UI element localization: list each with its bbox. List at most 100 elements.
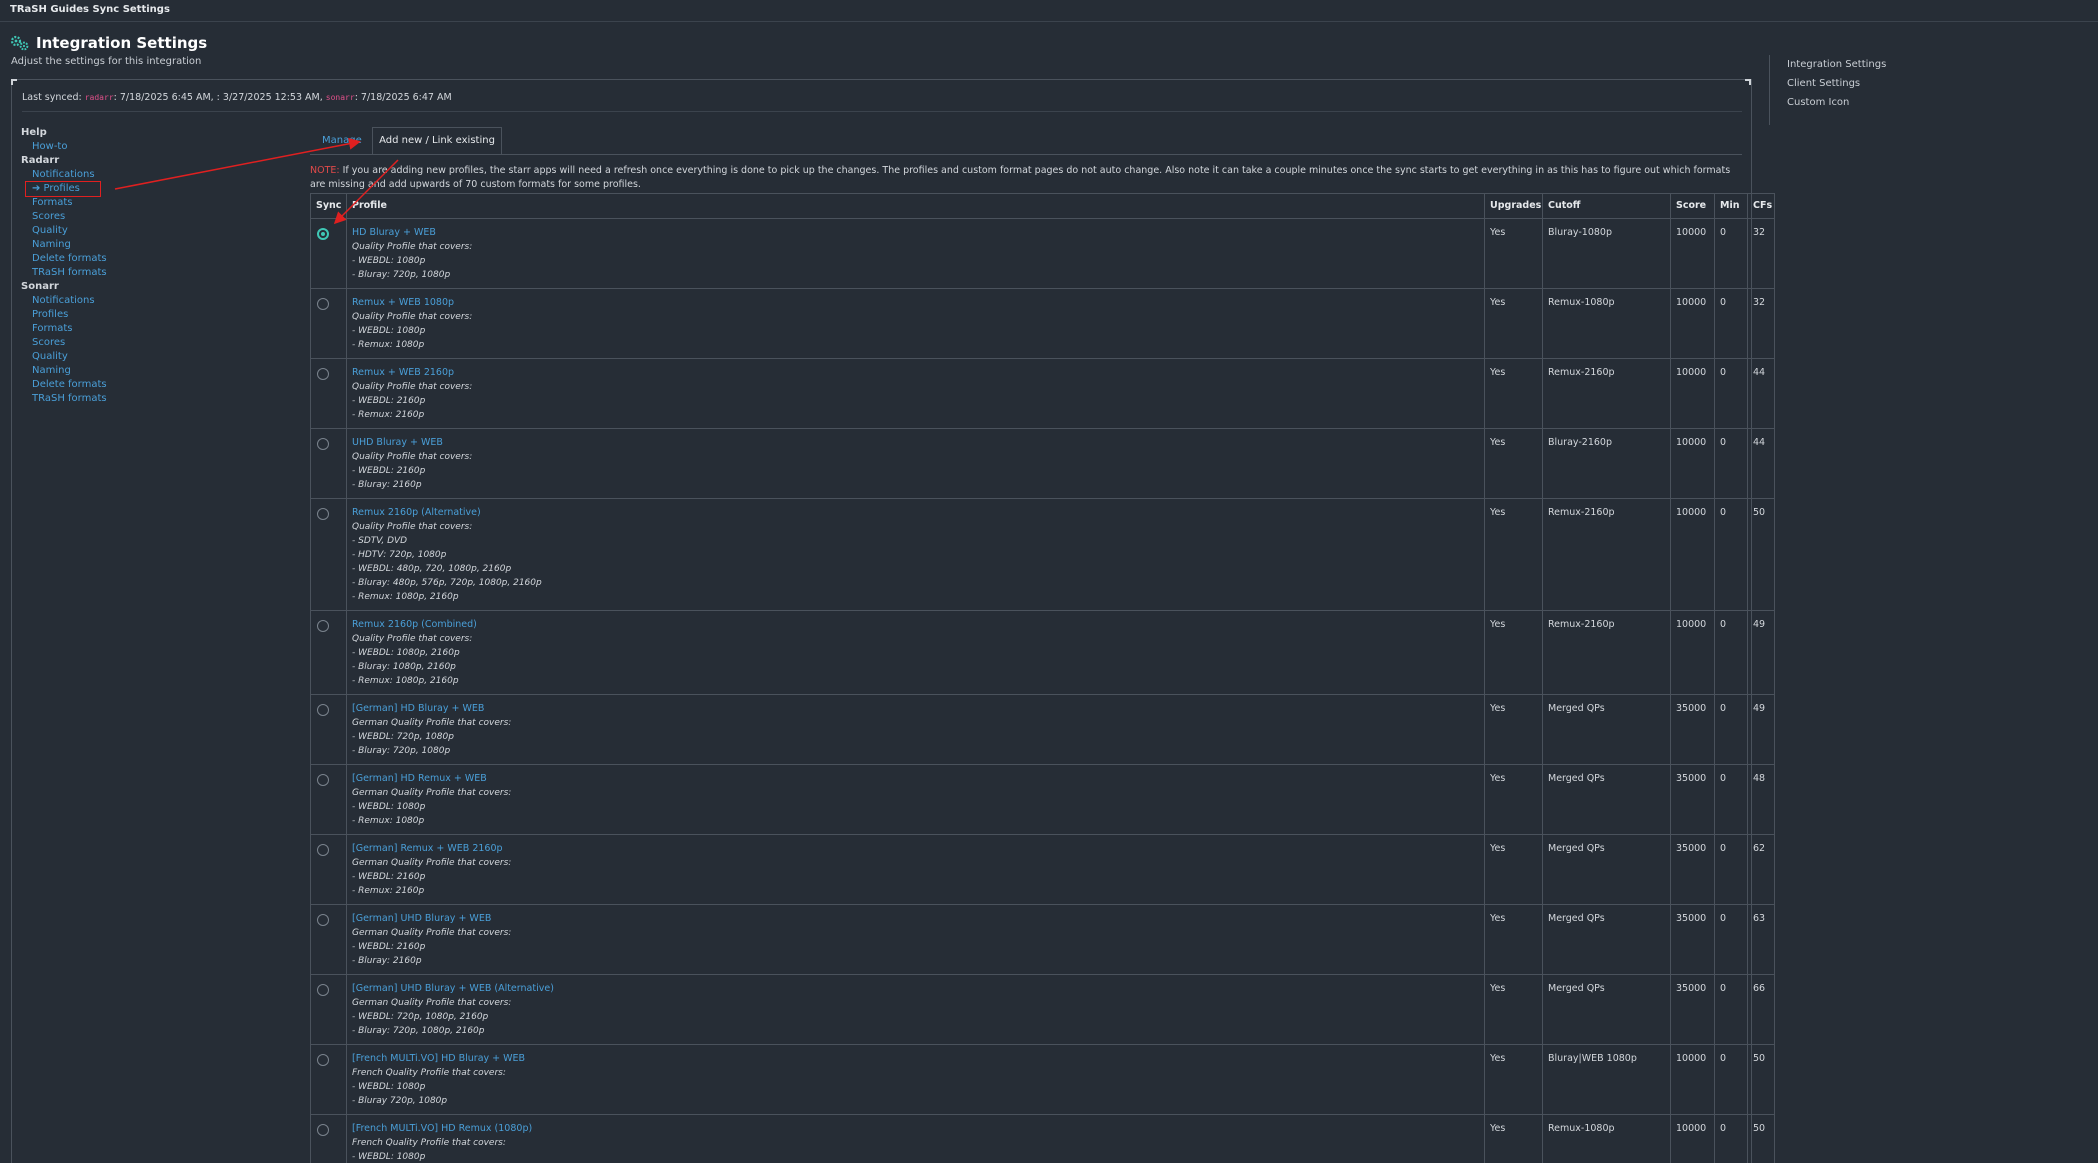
- cell-profile: [German] UHD Bluray + WEB (Alternative) G…: [346, 974, 1485, 1045]
- sync-radio[interactable]: [317, 438, 329, 450]
- nav-heading-sonarr: Sonarr: [21, 281, 59, 292]
- nav-item-radarr-formats[interactable]: Formats: [21, 196, 161, 210]
- sync-radio[interactable]: [317, 774, 329, 786]
- cell-sync: [310, 428, 347, 499]
- profile-name-link[interactable]: [German] Remux + WEB 2160p: [352, 842, 1479, 856]
- cell-sync: [310, 288, 347, 359]
- profile-quality-line: - WEBDL: 1080p, 2160p: [352, 648, 460, 658]
- cell-score: 35000: [1670, 764, 1715, 835]
- sync-radio[interactable]: [317, 914, 329, 926]
- cell-min: 0: [1714, 974, 1748, 1045]
- nav-item-radarr-scores[interactable]: Scores: [21, 210, 161, 224]
- profile-quality-line: - WEBDL: 720p, 1080p, 2160p: [352, 1012, 489, 1022]
- nav-item-sonarr-trash-formats[interactable]: TRaSH formats: [21, 392, 161, 406]
- profile-quality-line: - Bluray: 720p, 1080p, 2160p: [352, 1026, 485, 1036]
- cell-min: 0: [1714, 1044, 1748, 1115]
- cell-min: 0: [1714, 764, 1748, 835]
- profile-quality-line: - Remux: 1080p: [352, 340, 425, 350]
- gears-icon: [10, 35, 30, 51]
- column-header-min: Min: [1714, 193, 1748, 219]
- nav-item-sonarr-profiles[interactable]: Profiles: [21, 308, 161, 322]
- profile-name-link[interactable]: [French MULTi.VO] HD Bluray + WEB: [352, 1052, 1479, 1066]
- sync-radio[interactable]: [317, 1054, 329, 1066]
- cell-cutoff: Remux-2160p: [1542, 498, 1671, 611]
- sync-radio[interactable]: [317, 1124, 329, 1136]
- profile-name-link[interactable]: [German] UHD Bluray + WEB (Alternative): [352, 982, 1479, 996]
- cell-cfs: 44: [1747, 428, 1775, 499]
- cell-cfs: 50: [1747, 1114, 1775, 1163]
- right-nav-custom-icon[interactable]: Custom Icon: [1787, 93, 1886, 112]
- right-nav-client-settings[interactable]: Client Settings: [1787, 74, 1886, 93]
- nav-item-sonarr-notifications[interactable]: Notifications: [21, 294, 161, 308]
- cell-cfs: 49: [1747, 610, 1775, 695]
- profile-quality-line: - WEBDL: 1080p: [352, 1082, 426, 1092]
- profile-name-link[interactable]: [German] HD Remux + WEB: [352, 772, 1479, 786]
- profile-name-link[interactable]: Remux 2160p (Combined): [352, 618, 1479, 632]
- profile-name-link[interactable]: [German] HD Bluray + WEB: [352, 702, 1479, 716]
- sync-radio[interactable]: [317, 844, 329, 856]
- note-label: NOTE:: [310, 165, 340, 176]
- cell-min: 0: [1714, 428, 1748, 499]
- nav-item-sonarr-formats[interactable]: Formats: [21, 322, 161, 336]
- profile-name-link[interactable]: [German] UHD Bluray + WEB: [352, 912, 1479, 926]
- profile-quality-line: - WEBDL: 2160p: [352, 396, 426, 406]
- nav-heading-radarr: Radarr: [21, 155, 60, 166]
- table-header-row: Sync Profile Upgrades Cutoff Score Min C…: [310, 193, 1775, 219]
- cell-profile: Remux 2160p (Alternative) Quality Profile…: [346, 498, 1485, 611]
- cell-cfs: 66: [1747, 974, 1775, 1045]
- sync-radio[interactable]: [317, 704, 329, 716]
- nav-item-sonarr-naming[interactable]: Naming: [21, 364, 161, 378]
- sync-radio[interactable]: [317, 620, 329, 632]
- tab-add-link-existing[interactable]: Add new / Link existing: [372, 127, 502, 155]
- nav-item-radarr-delete-formats[interactable]: Delete formats: [21, 252, 161, 266]
- nav-item-radarr-notifications[interactable]: Notifications: [21, 168, 161, 182]
- sync-radio[interactable]: [317, 508, 329, 520]
- column-header-profile: Profile: [346, 193, 1485, 219]
- nav-item-radarr-quality[interactable]: Quality: [21, 224, 161, 238]
- tab-manage[interactable]: Manage: [322, 135, 362, 146]
- sync-radio[interactable]: [317, 984, 329, 996]
- sync-radio[interactable]: [317, 368, 329, 380]
- cell-score: 10000: [1670, 498, 1715, 611]
- nav-item-how-to[interactable]: How-to: [21, 140, 161, 154]
- profile-description: Quality Profile that covers:: [352, 452, 473, 462]
- cell-min: 0: [1714, 1114, 1748, 1163]
- cell-min: 0: [1714, 610, 1748, 695]
- cell-cfs: 62: [1747, 834, 1775, 905]
- table-row: [German] UHD Bluray + WEB German Quality …: [310, 904, 1775, 975]
- profile-quality-line: - Remux: 2160p: [352, 886, 425, 896]
- cell-upgrades: Yes: [1484, 1114, 1543, 1163]
- cell-profile: Remux + WEB 2160p Quality Profile that co…: [346, 358, 1485, 429]
- sync-radio[interactable]: [317, 298, 329, 310]
- nav-item-radarr-trash-formats[interactable]: TRaSH formats: [21, 266, 161, 280]
- profile-name-link[interactable]: Remux 2160p (Alternative): [352, 506, 1479, 520]
- profile-name-link[interactable]: [French MULTi.VO] HD Remux (1080p): [352, 1122, 1479, 1136]
- cell-score: 10000: [1670, 218, 1715, 289]
- cell-cfs: 63: [1747, 904, 1775, 975]
- nav-item-sonarr-delete-formats[interactable]: Delete formats: [21, 378, 161, 392]
- cell-upgrades: Yes: [1484, 610, 1543, 695]
- sync-radio[interactable]: [317, 228, 329, 240]
- cell-score: 35000: [1670, 974, 1715, 1045]
- nav-item-radarr-naming[interactable]: Naming: [21, 238, 161, 252]
- right-nav-integration-settings[interactable]: Integration Settings: [1787, 55, 1886, 74]
- cell-cutoff: Merged QPs: [1542, 834, 1671, 905]
- profile-name-link[interactable]: Remux + WEB 2160p: [352, 366, 1479, 380]
- cell-min: 0: [1714, 834, 1748, 905]
- column-header-cfs: CFs: [1747, 193, 1775, 219]
- profile-name-link[interactable]: HD Bluray + WEB: [352, 226, 1479, 240]
- nav-item-sonarr-scores[interactable]: Scores: [21, 336, 161, 350]
- cell-cfs: 48: [1747, 764, 1775, 835]
- cell-min: 0: [1714, 288, 1748, 359]
- profile-name-link[interactable]: UHD Bluray + WEB: [352, 436, 1479, 450]
- nav-item-radarr-profiles[interactable]: ➔ Profiles: [21, 181, 161, 197]
- cell-min: 0: [1714, 694, 1748, 765]
- nav-item-sonarr-quality[interactable]: Quality: [21, 350, 161, 364]
- profile-name-link[interactable]: Remux + WEB 1080p: [352, 296, 1479, 310]
- table-row: Remux 2160p (Alternative) Quality Profile…: [310, 498, 1775, 611]
- cell-profile: [German] HD Bluray + WEB German Quality P…: [346, 694, 1485, 765]
- cell-sync: [310, 358, 347, 429]
- cell-sync: [310, 974, 347, 1045]
- cell-cutoff: Merged QPs: [1542, 694, 1671, 765]
- cell-profile: HD Bluray + WEB Quality Profile that cove…: [346, 218, 1485, 289]
